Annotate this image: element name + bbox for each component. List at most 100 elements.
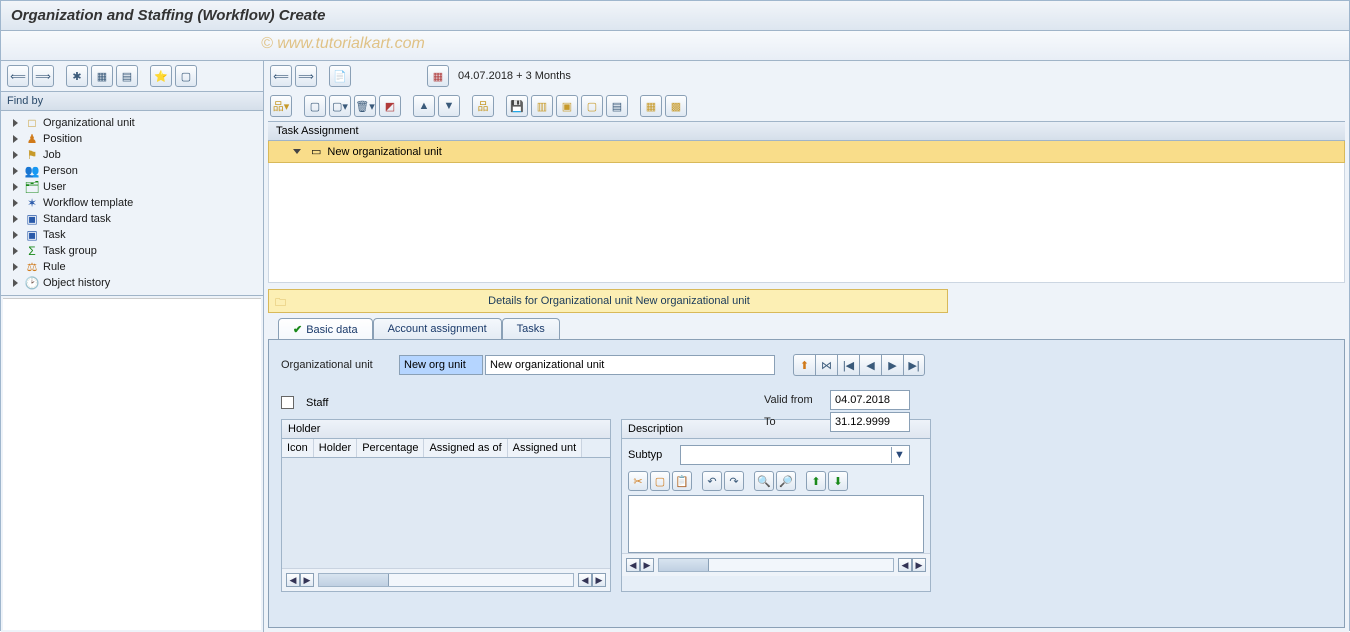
tree-item-rule[interactable]: ⚖Rule — [3, 259, 261, 275]
hierarchy-dropdown-button[interactable]: 品▾ — [270, 95, 292, 117]
scroll-right-icon[interactable]: ▶ — [592, 573, 606, 587]
calendar-icon[interactable]: ▦ — [427, 65, 449, 87]
goto-button[interactable]: ▤ — [606, 95, 628, 117]
copy-button[interactable]: ▢ — [650, 471, 670, 491]
find-next-button[interactable]: 🔎 — [776, 471, 796, 491]
org-structure-button[interactable]: 品 — [472, 95, 494, 117]
tree-item-task-group[interactable]: ΣTask group — [3, 243, 261, 259]
tree-caret-icon — [13, 247, 18, 255]
subtyp-select[interactable]: ▼ — [680, 445, 910, 465]
tree-item-standard-task[interactable]: ▣Standard task — [3, 211, 261, 227]
period-button[interactable]: 📄 — [329, 65, 351, 87]
find-button[interactable]: 🔍 — [754, 471, 774, 491]
tree-item-object-history[interactable]: 🕑Object history — [3, 275, 261, 291]
detail-body: Organizational unit ⬆ ⋈ |◀ ◀ ▶ ▶| Valid … — [268, 339, 1345, 628]
collapse-button[interactable]: ▢ — [581, 95, 603, 117]
tab-basic-data[interactable]: ✔Basic data — [278, 318, 373, 340]
undo-button[interactable]: ↶ — [702, 471, 722, 491]
layout-list-button[interactable]: ▤ — [116, 65, 138, 87]
scroll-left-icon[interactable]: ◀ — [286, 573, 300, 587]
tree-item-task[interactable]: ▣Task — [3, 227, 261, 243]
paste-button[interactable]: 📋 — [672, 471, 692, 491]
hierarchy-up-button[interactable]: ⬆ — [793, 354, 815, 376]
where-used-button[interactable]: ⋈ — [815, 354, 837, 376]
tree-caret-icon — [13, 231, 18, 239]
holder-col-icon[interactable]: Icon — [282, 439, 314, 457]
details-header-text: Details for Organizational unit New orga… — [297, 295, 941, 307]
tree-item-organizational-unit[interactable]: □Organizational unit — [3, 115, 261, 131]
tab-account-assignment[interactable]: Account assignment — [373, 318, 502, 340]
scroll-left2-icon[interactable]: ◀ — [578, 573, 592, 587]
tab-tasks[interactable]: Tasks — [502, 318, 560, 340]
cut-button[interactable]: ✂ — [628, 471, 648, 491]
holder-col-assigned-as-of[interactable]: Assigned as of — [424, 439, 507, 457]
holder-col-holder[interactable]: Holder — [314, 439, 357, 457]
last-record-button[interactable]: ▶| — [903, 354, 925, 376]
validity-block: Valid from To — [764, 390, 934, 434]
org-unit-label: Organizational unit — [281, 359, 391, 371]
description-textarea[interactable] — [628, 495, 924, 553]
next-button[interactable]: ⟹ — [295, 65, 317, 87]
tree-item-position[interactable]: ♟Position — [3, 131, 261, 147]
description-toolbar: ✂ ▢ 📋 ↶ ↷ 🔍 🔎 ⬆ ⬇ — [622, 471, 930, 495]
tree-item-label: User — [43, 181, 66, 193]
task-assignment-row[interactable]: ▭ New organizational unit — [268, 141, 1345, 163]
delimit-button[interactable]: ◩ — [379, 95, 401, 117]
holder-col-percentage[interactable]: Percentage — [357, 439, 424, 457]
desc-scroll-track[interactable] — [658, 558, 894, 572]
filter-button[interactable]: ▢ — [175, 65, 197, 87]
desc-scroll-right-inner-icon[interactable]: ▶ — [640, 558, 654, 572]
desc-scroll-thumb[interactable] — [659, 559, 709, 571]
display-dropdown-2[interactable]: ▩ — [665, 95, 687, 117]
valid-from-input[interactable] — [830, 390, 910, 410]
prev-record-button[interactable]: ◀ — [859, 354, 881, 376]
delete-split-button[interactable]: 🗑▾ — [354, 95, 376, 117]
tree-item-workflow-template[interactable]: ✶ Workflow template — [3, 195, 261, 211]
tree-item-user[interactable]: 🗂User — [3, 179, 261, 195]
nav-back-button[interactable]: ⟸ — [7, 65, 29, 87]
prev-button[interactable]: ⟸ — [270, 65, 292, 87]
layout-star-button[interactable]: ✱ — [66, 65, 88, 87]
desc-scroll-left-icon[interactable]: ◀ — [626, 558, 640, 572]
load-button[interactable]: ⬆ — [806, 471, 826, 491]
save-button[interactable]: 💾 — [506, 95, 528, 117]
org-long-input[interactable] — [485, 355, 775, 375]
first-record-button[interactable]: |◀ — [837, 354, 859, 376]
subtitle-bar: © www.tutorialkart.com — [1, 31, 1349, 61]
tree-item-job[interactable]: ⚑Job — [3, 147, 261, 163]
description-group: Description Subtyp ▼ ✂ ▢ 📋 ↶ ↷ 🔍 — [621, 419, 931, 592]
tree-item-label: Workflow template — [43, 197, 133, 209]
tree-type-icon: ⚑ — [25, 148, 39, 162]
expand-button[interactable]: ▣ — [556, 95, 578, 117]
valid-to-input[interactable] — [830, 412, 910, 432]
check-icon: ✔ — [293, 324, 302, 336]
scroll-track[interactable] — [318, 573, 574, 587]
redo-button[interactable]: ↷ — [724, 471, 744, 491]
next-record-button[interactable]: ▶ — [881, 354, 903, 376]
description-hscroll[interactable]: ◀ ▶ ◀ ▶ — [622, 553, 930, 576]
org-short-input[interactable] — [399, 355, 483, 375]
holder-col-assigned-unt[interactable]: Assigned unt — [508, 439, 583, 457]
staff-checkbox[interactable] — [281, 396, 294, 409]
move-down-button[interactable]: ▼ — [438, 95, 460, 117]
right-toolbar-1: ⟸ ⟹ 📄 ▦ 04.07.2018 + 3 Months — [264, 61, 1349, 91]
favorite-button[interactable]: ⭐ — [150, 65, 172, 87]
scroll-right-inner-icon[interactable]: ▶ — [300, 573, 314, 587]
create-button[interactable]: ▢ — [304, 95, 326, 117]
nav-forward-button[interactable]: ⟹ — [32, 65, 54, 87]
column-config-button[interactable]: ▥ — [531, 95, 553, 117]
desc-scroll-right-icon[interactable]: ▶ — [912, 558, 926, 572]
tree-type-icon: ✶ — [25, 196, 39, 210]
display-dropdown-1[interactable]: ▦ — [640, 95, 662, 117]
task-assignment-header: Task Assignment — [268, 121, 1345, 141]
scroll-thumb[interactable] — [319, 574, 389, 586]
holder-hscroll[interactable]: ◀ ▶ ◀ ▶ — [282, 568, 610, 591]
left-blank-area — [3, 298, 261, 630]
move-up-button[interactable]: ▲ — [413, 95, 435, 117]
copy-split-button[interactable]: ▢▾ — [329, 95, 351, 117]
tree-item-person[interactable]: 👥Person — [3, 163, 261, 179]
desc-scroll-left2-icon[interactable]: ◀ — [898, 558, 912, 572]
layout-grid-button[interactable]: ▦ — [91, 65, 113, 87]
save-local-button[interactable]: ⬇ — [828, 471, 848, 491]
tree-item-label: Rule — [43, 261, 66, 273]
